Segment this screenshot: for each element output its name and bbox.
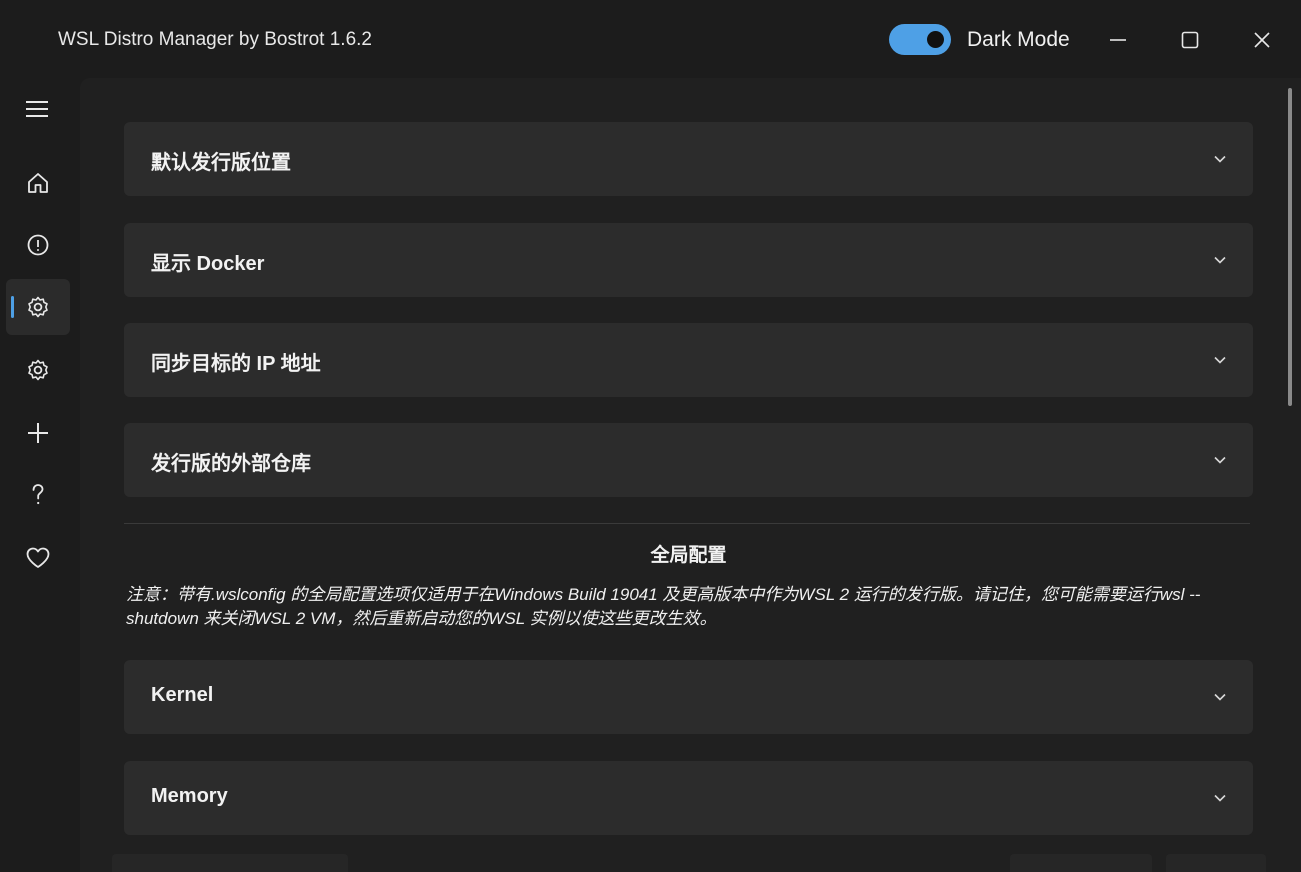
global-config-title: 全局配置 — [650, 545, 727, 566]
navigation-sidebar — [0, 80, 78, 872]
nav-item-home[interactable] — [6, 155, 70, 211]
heart-icon — [26, 547, 50, 568]
dark-mode-toggle[interactable] — [889, 24, 951, 55]
partial-button[interactable] — [1010, 854, 1152, 872]
expander-label: Memory — [151, 785, 228, 807]
expander-default-distro-location[interactable]: 默认发行版位置 — [124, 122, 1253, 196]
close-button[interactable] — [1244, 22, 1280, 58]
info-icon — [27, 234, 49, 256]
close-icon — [1254, 32, 1270, 48]
nav-item-global-settings[interactable] — [6, 342, 70, 398]
expander-show-docker[interactable]: 显示 Docker — [124, 223, 1253, 297]
expander-sync-target-ip[interactable]: 同步目标的 IP 地址 — [124, 323, 1253, 397]
partial-button[interactable] — [112, 854, 348, 872]
home-icon — [28, 173, 48, 193]
nav-item-help[interactable] — [6, 467, 70, 523]
vertical-scrollbar[interactable] — [1288, 88, 1292, 406]
settings-icon — [28, 296, 48, 318]
expander-label: 显示 Docker — [151, 253, 265, 275]
plus-icon — [28, 423, 48, 443]
expander-label: 发行版的外部仓库 — [151, 453, 311, 475]
expander-label: 默认发行版位置 — [151, 152, 291, 174]
expander-memory[interactable]: Memory — [124, 761, 1253, 835]
chevron-down-icon — [1213, 453, 1227, 467]
expander-external-distro-repo[interactable]: 发行版的外部仓库 — [124, 423, 1253, 497]
partial-button[interactable] — [1166, 854, 1266, 872]
maximize-icon — [1181, 31, 1199, 49]
hamburger-menu-icon — [26, 101, 48, 117]
minimize-button[interactable] — [1100, 22, 1136, 58]
section-divider — [124, 523, 1250, 524]
nav-item-add[interactable] — [6, 405, 70, 461]
chevron-down-icon — [1213, 791, 1227, 805]
chevron-down-icon — [1213, 152, 1227, 166]
maximize-button[interactable] — [1172, 22, 1208, 58]
settings-content: 默认发行版位置 显示 Docker 同步目标的 IP 地址 发行版的外部仓库 全… — [80, 78, 1301, 872]
question-mark-icon — [32, 484, 44, 505]
global-config-note: 注意：带有.wslconfig 的全局配置选项仅适用于在Windows Buil… — [126, 585, 1201, 628]
expander-kernel[interactable]: Kernel — [124, 660, 1253, 734]
nav-item-settings[interactable] — [6, 279, 70, 335]
chevron-down-icon — [1213, 690, 1227, 704]
dark-mode-label: Dark Mode — [967, 28, 1070, 51]
menu-button[interactable] — [17, 92, 57, 126]
app-title: WSL Distro Manager by Bostrot 1.6.2 — [58, 29, 372, 50]
minimize-icon — [1110, 39, 1126, 41]
settings-icon — [28, 359, 48, 381]
expander-label: 同步目标的 IP 地址 — [151, 353, 321, 375]
nav-item-info[interactable] — [6, 217, 70, 273]
title-bar: WSL Distro Manager by Bostrot 1.6.2 Dark… — [0, 0, 1301, 80]
toggle-knob — [927, 31, 944, 48]
expander-label: Kernel — [151, 684, 214, 706]
active-indicator — [11, 296, 14, 318]
app-window: WSL Distro Manager by Bostrot 1.6.2 Dark… — [0, 0, 1301, 872]
chevron-down-icon — [1213, 353, 1227, 367]
chevron-down-icon — [1213, 253, 1227, 267]
nav-item-donate[interactable] — [6, 530, 70, 586]
